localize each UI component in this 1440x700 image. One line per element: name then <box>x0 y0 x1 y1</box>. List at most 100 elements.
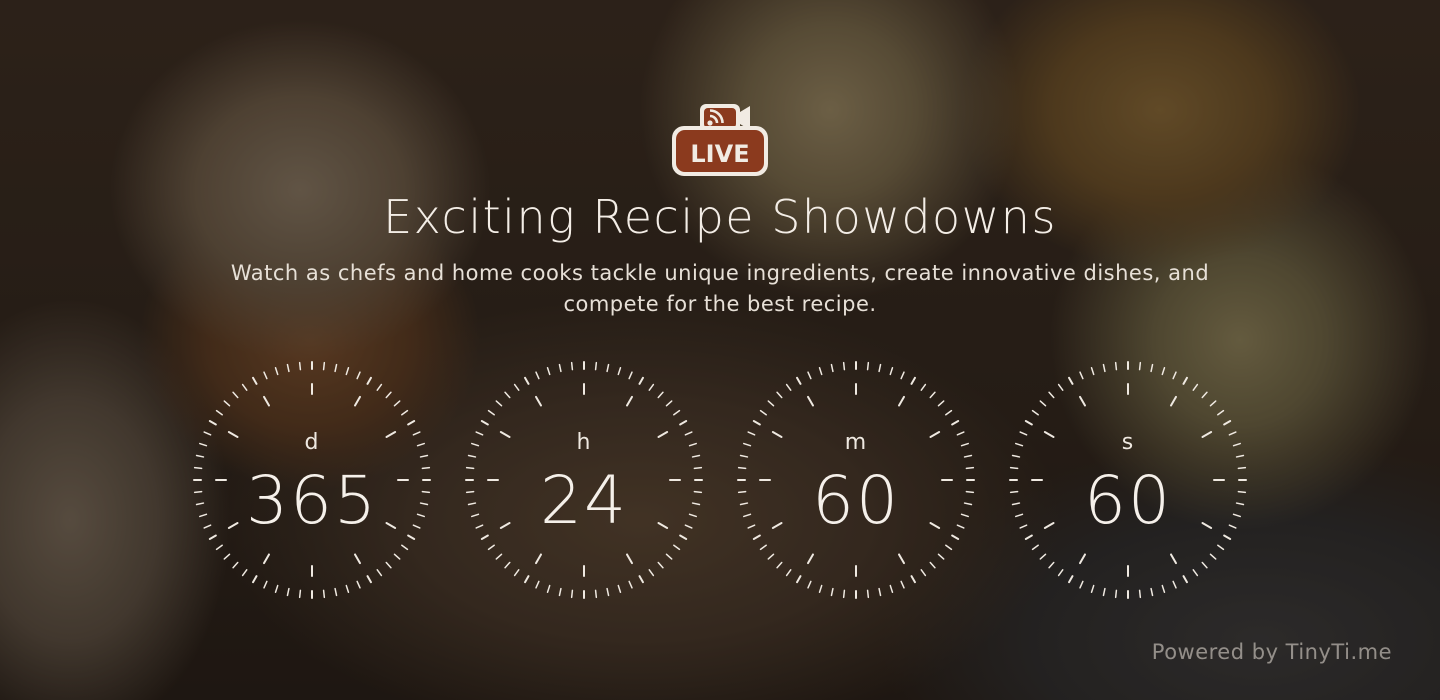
dial-minute-tick <box>617 367 622 376</box>
dial-minute-tick <box>929 561 936 569</box>
dial-minute-tick <box>673 544 681 551</box>
dial-minute-tick <box>929 391 936 399</box>
dial-minute-tick <box>628 580 633 589</box>
dial-minute-tick <box>345 367 350 376</box>
dial-minute-tick <box>945 544 953 551</box>
dial-minute-tick <box>252 376 258 385</box>
dial-minute-tick <box>274 584 279 593</box>
dial-minute-tick <box>513 569 520 577</box>
dial-minute-tick <box>807 371 812 380</box>
countdown-value: 24 <box>540 462 628 539</box>
dial-minute-tick <box>1024 420 1033 426</box>
countdown-unit-label: s <box>1121 430 1135 455</box>
countdown-unit-label: h <box>576 430 592 455</box>
dial-minute-tick <box>665 553 673 560</box>
dial-minute-tick <box>385 561 392 569</box>
dial-minute-tick <box>866 361 870 371</box>
dial-minute-tick <box>785 569 792 577</box>
dial-minute-tick <box>785 383 792 391</box>
dial-minute-tick <box>1114 361 1118 371</box>
dial-minute-tick <box>1039 553 1047 560</box>
page-subtitle: Watch as chefs and home cooks tackle uni… <box>230 261 1210 316</box>
dial-minute-tick <box>480 420 489 426</box>
dial-minute-tick <box>223 400 231 407</box>
dial-minute-tick <box>570 361 574 371</box>
dial-minute-tick <box>334 363 338 373</box>
dial-hour-tick <box>1079 553 1086 565</box>
dial-minute-tick <box>1201 391 1208 399</box>
dial-minute-tick <box>286 587 290 597</box>
dial-minute-tick <box>1138 361 1142 371</box>
dial-minute-tick <box>1150 587 1154 597</box>
dial-minute-tick <box>366 376 372 385</box>
dial-hour-tick <box>626 553 633 565</box>
dial-minute-tick <box>1057 569 1064 577</box>
dial-minute-tick <box>776 391 783 399</box>
dial-minute-tick <box>767 553 775 560</box>
dial-minute-tick <box>366 575 372 584</box>
dial-minute-tick <box>241 383 248 391</box>
countdown-unit-label: d <box>304 430 320 455</box>
dial-minute-tick <box>376 569 383 577</box>
dial-minute-tick <box>1172 580 1177 589</box>
dial-minute-tick <box>1031 409 1039 416</box>
dial-minute-tick <box>606 587 610 597</box>
dial-minute-tick <box>951 420 960 426</box>
dial-minute-tick <box>487 544 495 551</box>
dial-minute-tick <box>910 376 916 385</box>
dial-minute-tick <box>842 361 846 371</box>
dial-minute-tick <box>334 587 338 597</box>
dial-minute-tick <box>356 371 361 380</box>
dial-hour-tick <box>626 395 633 407</box>
dial-minute-tick <box>900 371 905 380</box>
dial-minute-tick <box>487 409 495 416</box>
live-badge: LIVE <box>670 100 770 178</box>
dial-minute-tick <box>1068 575 1074 584</box>
dial-minute-tick <box>1209 553 1217 560</box>
dial-hour-tick <box>807 395 814 407</box>
dial-minute-tick <box>376 383 383 391</box>
badge-label: LIVE <box>690 140 749 168</box>
dial-minute-tick <box>1161 367 1166 376</box>
dial-minute-tick <box>504 391 511 399</box>
dial-minute-tick <box>385 391 392 399</box>
dial-minute-tick <box>558 363 562 373</box>
dial-minute-tick <box>232 391 239 399</box>
dial-minute-tick <box>232 561 239 569</box>
dial-minute-tick <box>691 454 701 458</box>
dial-minute-tick <box>1031 544 1039 551</box>
dial-minute-tick <box>524 575 530 584</box>
dial-minute-tick <box>546 367 551 376</box>
dial-minute-tick <box>937 400 945 407</box>
dial-minute-tick <box>215 544 223 551</box>
dial-minute-tick <box>830 587 834 597</box>
dial-minute-tick <box>1182 376 1188 385</box>
dial-minute-tick <box>298 361 302 371</box>
dial-minute-tick <box>1039 400 1047 407</box>
dial-minute-tick <box>322 589 326 599</box>
dial-minute-tick <box>818 584 823 593</box>
dial-minute-tick <box>1090 367 1095 376</box>
dial-minute-tick <box>1182 575 1188 584</box>
dial-minute-tick <box>401 409 409 416</box>
dial-minute-tick <box>1138 589 1142 599</box>
dial-minute-tick <box>920 569 927 577</box>
dial-minute-tick <box>739 454 749 458</box>
countdown-value: 60 <box>812 462 900 539</box>
dial-minute-tick <box>241 569 248 577</box>
dial-minute-tick <box>495 553 503 560</box>
dial-minute-tick <box>1057 383 1064 391</box>
dial-minute-tick <box>878 587 882 597</box>
dial-minute-tick <box>796 376 802 385</box>
countdown-seconds: s 60 <box>1008 360 1248 600</box>
countdown-page: LIVE Exciting Recipe Showdowns Watch as … <box>0 0 1440 700</box>
powered-by-link[interactable]: Powered by TinyTi.me <box>1152 640 1392 664</box>
dial-minute-tick <box>356 580 361 589</box>
dial-minute-tick <box>910 575 916 584</box>
dial-minute-tick <box>900 580 905 589</box>
dial-minute-tick <box>274 367 279 376</box>
dial-minute-tick <box>657 391 664 399</box>
dial-hour-tick <box>354 395 361 407</box>
dial-hour-tick <box>354 553 361 565</box>
dial-minute-tick <box>617 584 622 593</box>
